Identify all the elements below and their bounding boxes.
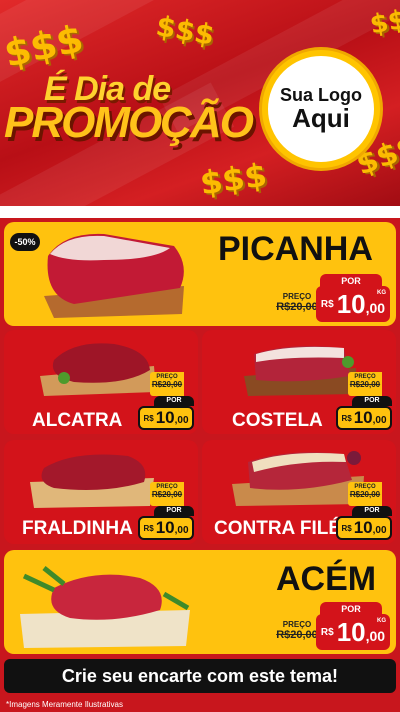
footer-bar: Crie seu encarte com este tema! [0, 655, 400, 697]
old-price-box: PREÇO R$20,00 [274, 618, 320, 644]
por-label: POR [352, 396, 392, 406]
new-price: R$ 10 ,00 [138, 406, 194, 430]
alcatra-image [40, 343, 156, 396]
acem-image [20, 566, 190, 648]
unit-label: KG [377, 618, 386, 624]
product-card-picanha: PICANHA PREÇO R$20,00 POR R$ 10 ,00 KG [4, 222, 396, 326]
hero-banner: $$$ $$$ $$$ $$$ $$$ É Dia de PROMOÇÃO Su… [0, 0, 400, 212]
cta-button[interactable]: Crie seu encarte com este tema! [4, 659, 396, 693]
old-price: R$20,00 [276, 301, 318, 313]
new-price: R$ 10 ,00 [336, 406, 392, 430]
por-label: POR [352, 506, 392, 516]
product-name: PICANHA [218, 230, 373, 268]
product-card-contra-file: CONTRA FILÉ PREÇO R$20,00 POR R$ 10 ,00 [202, 440, 396, 544]
old-price-box: PREÇO R$20,00 [274, 290, 320, 316]
old-price-box: PREÇO R$20,00 [150, 372, 184, 396]
preco-label: PREÇO [282, 292, 312, 301]
por-label: POR [154, 506, 194, 516]
fraldinha-image [30, 454, 154, 508]
hero-divider [0, 206, 400, 218]
product-name: ALCATRA [32, 410, 123, 431]
product-name: ACÉM [276, 560, 377, 598]
disclaimer-note: *Imagens Meramente Ilustrativas [6, 700, 123, 709]
new-price: R$ 10 ,00 [138, 516, 194, 540]
dollar-symbol-icon: $$$ [197, 155, 270, 203]
unit-label: KG [377, 290, 386, 296]
product-name: COSTELA [232, 410, 323, 431]
por-label: POR [154, 396, 194, 406]
product-name: FRALDINHA [22, 518, 133, 539]
old-price-box: PREÇO R$20,00 [348, 482, 382, 506]
promo-title-line2: PROMOÇÃO [4, 98, 254, 147]
costela-image [244, 346, 356, 396]
logo-placeholder: Sua Logo Aqui [262, 50, 380, 168]
old-price-box: PREÇO R$20,00 [150, 482, 184, 506]
product-card-costela: COSTELA PREÇO R$20,00 POR R$ 10 ,00 [202, 330, 396, 434]
product-name: CONTRA FILÉ [214, 518, 342, 539]
product-card-fraldinha: FRALDINHA PREÇO R$20,00 POR R$ 10 ,00 [4, 440, 198, 544]
logo-text-line2: Aqui [292, 102, 350, 133]
dollar-symbol-icon: $$$ [153, 9, 217, 52]
product-card-acem: ACÉM PREÇO R$20,00 POR R$ 10 ,00 KG [4, 550, 396, 654]
contra-file-image [232, 451, 364, 506]
old-price-box: PREÇO R$20,00 [348, 372, 382, 396]
product-card-alcatra: ALCATRA PREÇO R$20,00 POR R$ 10 ,00 [4, 330, 198, 434]
new-price: R$ 10 ,00 [336, 516, 392, 540]
discount-badge: -50% [10, 233, 40, 251]
logo-text-line1: Sua Logo [280, 84, 362, 105]
picanha-image [44, 233, 184, 318]
